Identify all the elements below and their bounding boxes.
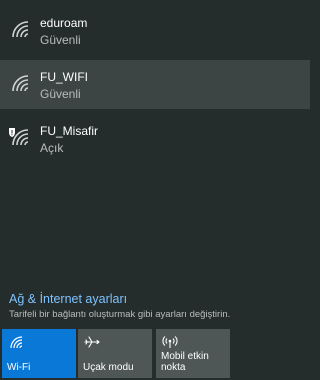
network-list: eduroam Güvenli FU_WIFI Güvenli FU_Misaf… xyxy=(0,6,310,168)
network-item-fu-misafir[interactable]: FU_Misafir Açık xyxy=(0,114,310,163)
network-status: Açık xyxy=(40,141,64,155)
tile-label: Mobil etkin nokta xyxy=(161,351,209,373)
mobile-hotspot-tile-button[interactable]: Mobil etkin nokta xyxy=(156,329,230,378)
network-name: eduroam xyxy=(40,16,88,30)
network-settings-description: Tarifeli bir bağlantı oluşturmak gibi ay… xyxy=(9,309,231,320)
wifi-icon xyxy=(12,75,29,92)
wifi-icon xyxy=(10,336,23,349)
tile-label: Wi-Fi xyxy=(7,362,31,373)
network-flyout: { "networks": [ { "name": "eduroam", "st… xyxy=(0,0,310,380)
network-name: FU_Misafir xyxy=(40,124,99,138)
airplane-mode-tile-button[interactable]: Uçak modu xyxy=(78,329,152,378)
airplane-icon xyxy=(84,336,100,348)
wifi-icon xyxy=(12,21,29,38)
network-item-fu-wifi[interactable]: FU_WIFI Güvenli xyxy=(0,60,310,109)
quick-action-tiles: Wi-Fi Uçak modu Mobil etkin nokta xyxy=(0,329,310,379)
network-name: FU_WIFI xyxy=(40,70,88,84)
wifi-open-shield-icon xyxy=(9,128,29,146)
hotspot-icon xyxy=(162,336,178,348)
tile-label: Uçak modu xyxy=(83,362,134,373)
network-settings-link[interactable]: Ağ & İnternet ayarları xyxy=(9,292,127,306)
wifi-tile-button[interactable]: Wi-Fi xyxy=(2,329,76,378)
network-status: Güvenli xyxy=(40,87,81,101)
network-item-eduroam[interactable]: eduroam Güvenli xyxy=(0,6,310,55)
network-status: Güvenli xyxy=(40,33,81,47)
